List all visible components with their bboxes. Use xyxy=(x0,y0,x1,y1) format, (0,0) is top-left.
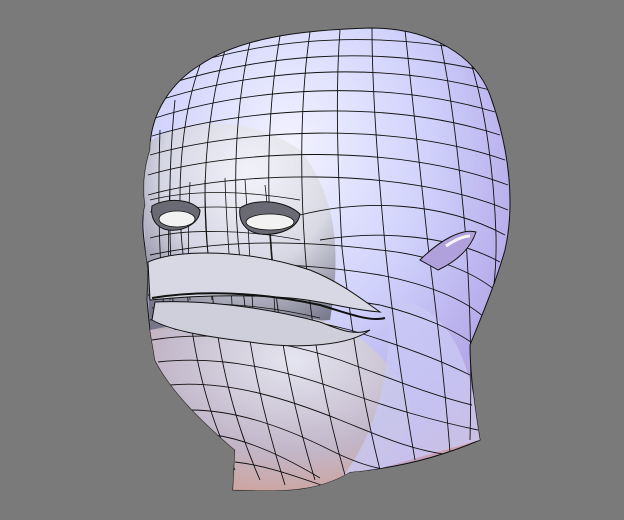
head-mesh[interactable] xyxy=(140,27,511,495)
3d-viewport[interactable] xyxy=(0,0,624,520)
viewport-canvas[interactable] xyxy=(0,0,624,520)
